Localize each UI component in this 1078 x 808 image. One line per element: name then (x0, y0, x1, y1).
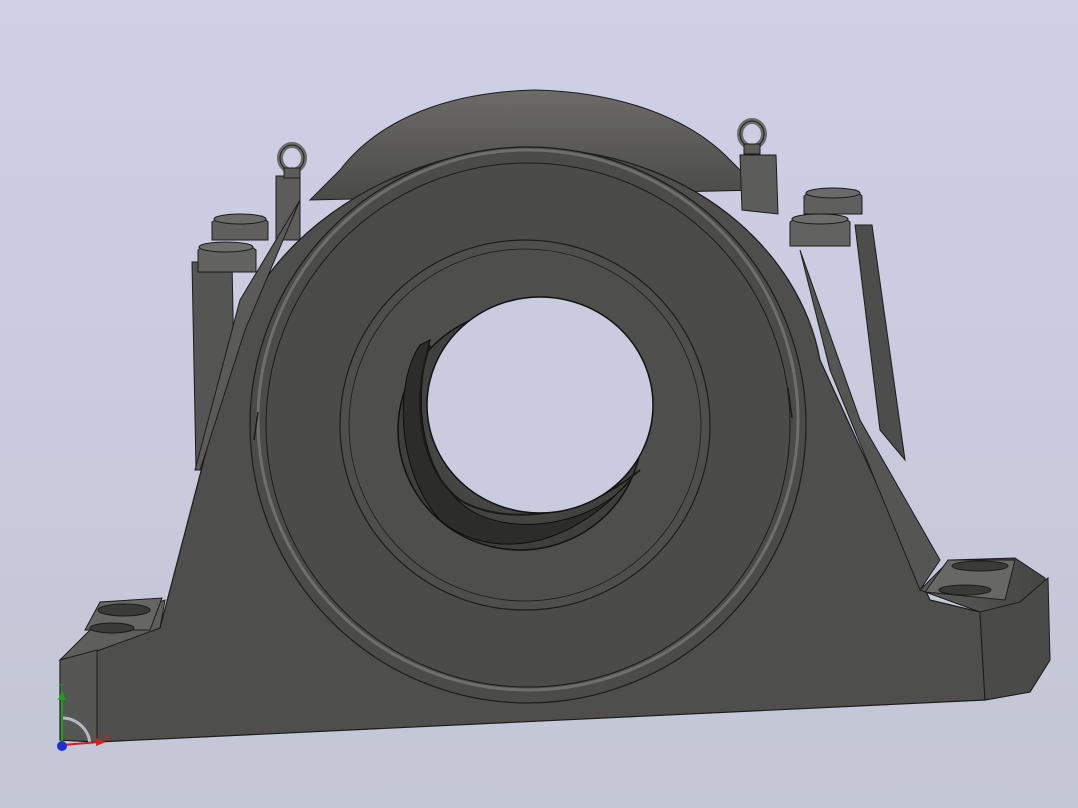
left-base-side (59, 649, 98, 743)
left-foot-slot-hole-2 (89, 622, 135, 634)
left-foot-slot-hole (97, 603, 151, 617)
bore-hole (426, 296, 654, 514)
triad-z-origin (57, 741, 67, 751)
bolt-left-front (197, 241, 257, 273)
pillow-block-housing[interactable] (58, 89, 1051, 743)
model-view[interactable]: Y X (0, 0, 1078, 808)
eyebolt-left (277, 142, 307, 179)
right-foot-slot-hole-2 (938, 584, 992, 596)
3d-viewport[interactable]: Y X (0, 0, 1078, 808)
triad-x-label: X (104, 734, 110, 744)
triad-y-label: Y (58, 683, 65, 693)
bolt-right-rear (803, 187, 863, 215)
right-eyebolt-column (739, 154, 779, 215)
triad-x-axis (61, 741, 101, 746)
bolt-right-front (789, 213, 851, 247)
eyebolt-right (737, 118, 767, 155)
bolt-left-rear (211, 213, 269, 241)
right-foot-slot-hole (951, 560, 1009, 572)
